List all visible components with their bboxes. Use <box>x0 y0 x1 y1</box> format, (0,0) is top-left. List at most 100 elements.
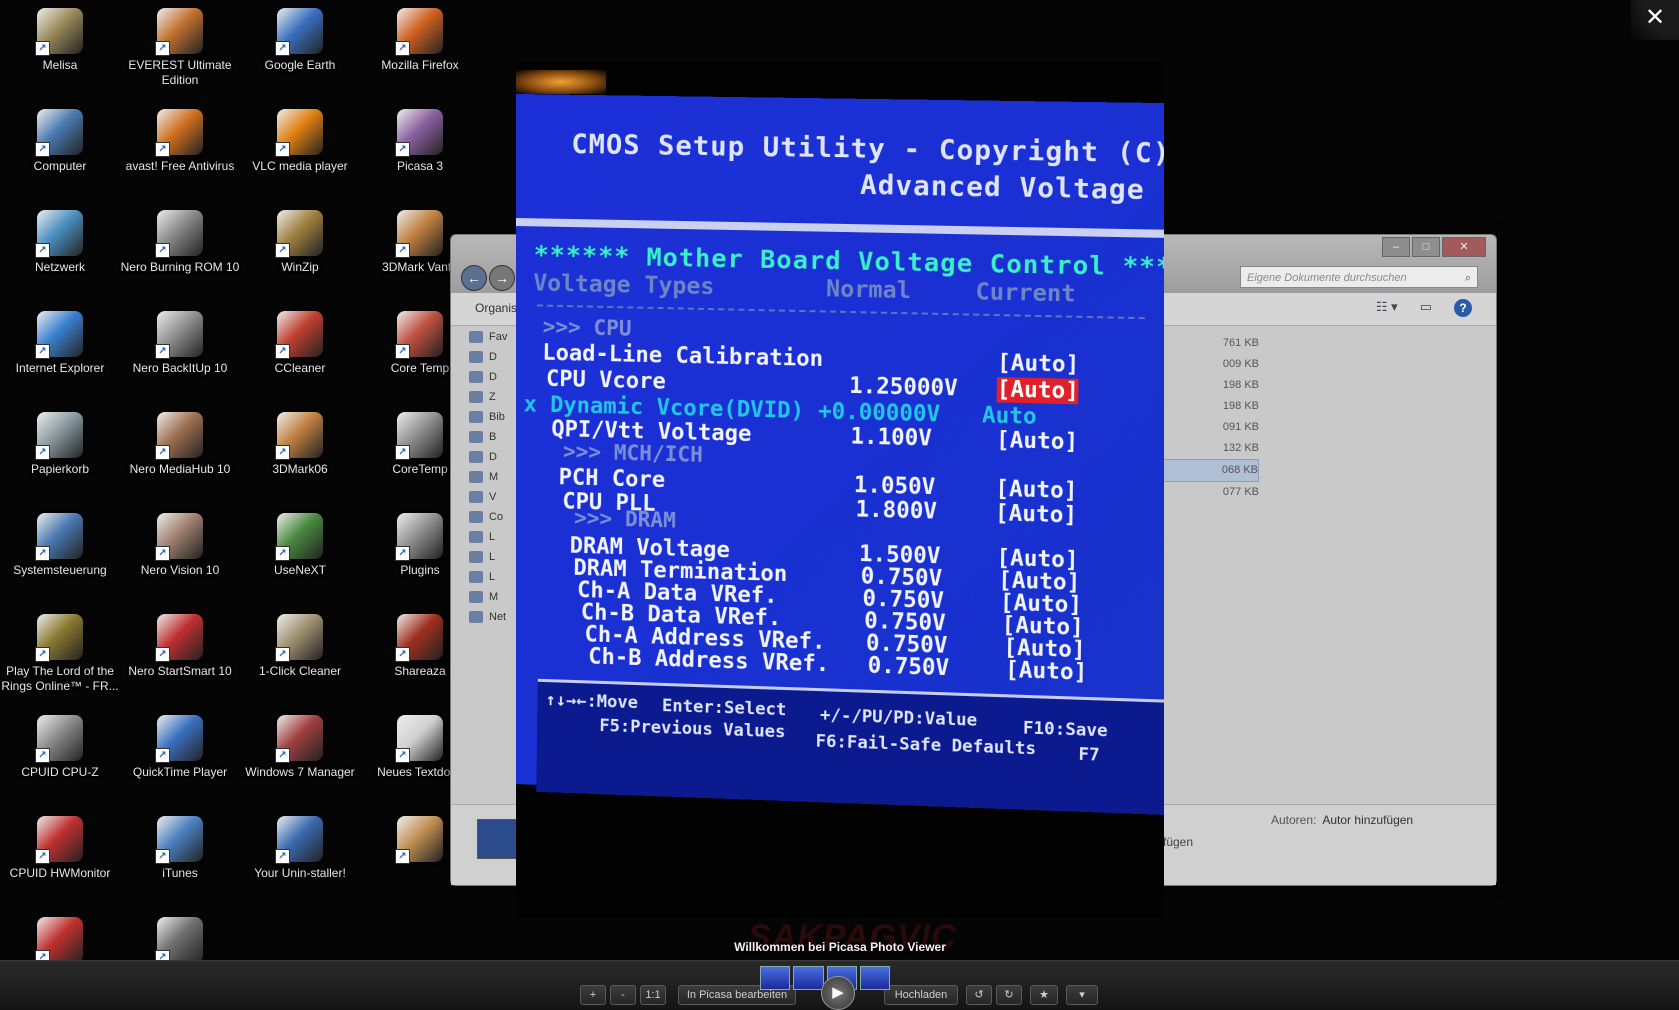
more-options-button[interactable]: ▾ <box>1066 985 1098 1005</box>
nav-pane-item[interactable]: Bib <box>461 407 521 427</box>
shortcut-arrow-icon: ↗ <box>35 344 50 359</box>
file-size-cell[interactable]: 077 KB <box>1163 482 1259 503</box>
file-size-cell[interactable]: 761 KB <box>1163 333 1259 354</box>
file-size-cell[interactable]: 009 KB <box>1163 354 1259 375</box>
current-value[interactable]: Auto <box>982 403 1037 430</box>
desktop-icon[interactable]: ↗Computer <box>0 109 120 174</box>
shortcut-arrow-icon: ↗ <box>395 142 410 157</box>
app-icon: ↗ <box>37 715 83 761</box>
desktop-icon[interactable]: ↗VLC media player <box>240 109 360 174</box>
nav-pane-item[interactable]: Z <box>461 387 521 407</box>
zoom-in-button[interactable]: + <box>580 985 606 1005</box>
file-size-cell[interactable]: 198 KB <box>1163 396 1259 417</box>
maximize-button[interactable]: □ <box>1412 237 1440 257</box>
rotate-left-button[interactable]: ↺ <box>966 985 992 1005</box>
nav-pane-item[interactable]: D <box>461 347 521 367</box>
nav-pane-item[interactable]: Net <box>461 607 521 627</box>
app-icon: ↗ <box>37 210 83 256</box>
desktop-icon[interactable]: ↗Play The Lord of the Rings Online™ - FR… <box>0 614 120 694</box>
authors-field[interactable]: Autoren:Autor hinzufügen <box>1271 813 1413 827</box>
actual-size-button[interactable]: 1:1 <box>640 985 666 1005</box>
thumbnail[interactable] <box>793 966 823 990</box>
play-slideshow-button[interactable]: ▶ <box>821 976 855 1010</box>
desktop-icon[interactable]: ↗EVEREST Ultimate Edition <box>120 8 240 88</box>
desktop-icon[interactable]: ↗Nero Vision 10 <box>120 513 240 578</box>
nav-pane-item[interactable]: Fav <box>461 327 521 347</box>
close-viewer-button[interactable]: ✕ <box>1631 0 1679 40</box>
back-icon[interactable]: ← <box>461 265 487 291</box>
desktop-icon[interactable]: ↗CPUID HWMonitor <box>0 816 120 881</box>
nav-pane-item[interactable]: B <box>461 427 521 447</box>
preview-pane-icon[interactable]: ▭ <box>1420 299 1432 317</box>
desktop-icon[interactable]: ↗Picasa 3 <box>360 109 480 174</box>
desktop-icon[interactable]: ↗Melisa <box>0 8 120 73</box>
desktop-icon[interactable]: ↗Internet Explorer <box>0 311 120 376</box>
star-button[interactable]: ★ <box>1030 985 1058 1005</box>
view-options-icon[interactable]: ☷ ▾ <box>1376 299 1398 317</box>
file-size-cell[interactable]: 091 KB <box>1163 417 1259 438</box>
nav-pane-item[interactable]: D <box>461 447 521 467</box>
current-value[interactable]: [Auto] <box>995 477 1077 505</box>
light-reflection <box>516 70 606 94</box>
forward-icon[interactable]: → <box>489 265 515 291</box>
col-normal: Normal <box>826 276 911 304</box>
desktop-icon[interactable]: ↗3DMark06 <box>240 412 360 477</box>
nav-pane-item[interactable]: M <box>461 467 521 487</box>
help-icon[interactable]: ? <box>1454 299 1472 317</box>
desktop-icon[interactable]: ↗avast! Free Antivirus <box>120 109 240 174</box>
close-window-button[interactable]: ✕ <box>1442 237 1486 257</box>
shortcut-arrow-icon: ↗ <box>35 142 50 157</box>
search-input[interactable]: Eigene Dokumente durchsuchen ⌕ <box>1240 266 1478 288</box>
desktop-icon[interactable]: ↗UseNeXT <box>240 513 360 578</box>
file-size-cell[interactable]: 132 KB <box>1163 438 1259 459</box>
current-value[interactable]: [Auto] <box>996 428 1078 455</box>
desktop-icon[interactable]: ↗1-Click Cleaner <box>240 614 360 679</box>
desktop-icon[interactable]: ↗CCleaner <box>240 311 360 376</box>
file-size-cell[interactable]: 198 KB <box>1163 375 1259 396</box>
nav-pane-item[interactable]: L <box>461 567 521 587</box>
shortcut-arrow-icon: ↗ <box>275 344 290 359</box>
zoom-out-button[interactable]: - <box>610 985 636 1005</box>
nav-pane-item[interactable]: D <box>461 367 521 387</box>
desktop-icon[interactable]: ↗Systemsteuerung <box>0 513 120 578</box>
current-value[interactable]: [Auto] <box>997 377 1079 404</box>
rotate-right-button[interactable]: ↻ <box>996 985 1022 1005</box>
desktop-icon[interactable]: ↗Nero Burning ROM 10 <box>120 210 240 275</box>
desktop-icon[interactable]: ↗Google Earth <box>240 8 360 73</box>
desktop-icon-label: Nero Vision 10 <box>120 563 240 578</box>
nav-pane-item[interactable]: Co <box>461 507 521 527</box>
desktop-icon[interactable]: ↗iTunes <box>120 816 240 881</box>
desktop-icon[interactable]: ↗Windows 7 Manager <box>240 715 360 780</box>
shortcut-arrow-icon: ↗ <box>35 748 50 763</box>
current-value[interactable]: [Auto] <box>1005 658 1088 686</box>
desktop-icon[interactable]: ↗QuickTime Player <box>120 715 240 780</box>
minimize-button[interactable]: – <box>1382 237 1410 257</box>
file-size-cell[interactable]: 068 KB <box>1163 459 1259 482</box>
thumbnail[interactable] <box>860 966 890 990</box>
desktop-icon[interactable]: ↗Netzwerk <box>0 210 120 275</box>
desktop-icon[interactable]: ↗CPUID CPU-Z <box>0 715 120 780</box>
shortcut-arrow-icon: ↗ <box>35 41 50 56</box>
desktop-icon[interactable]: ↗Nero BackItUp 10 <box>120 311 240 376</box>
upload-button[interactable]: Hochladen <box>884 985 958 1005</box>
authors-value[interactable]: Autor hinzufügen <box>1322 813 1413 827</box>
nav-pane-item[interactable]: M <box>461 587 521 607</box>
shortcut-arrow-icon: ↗ <box>35 243 50 258</box>
desktop-icon[interactable]: ↗Your Unin-staller! <box>240 816 360 881</box>
current-value[interactable]: [Auto] <box>997 351 1079 378</box>
nav-pane-item[interactable]: L <box>461 527 521 547</box>
desktop-icon[interactable]: ↗Nero StartSmart 10 <box>120 614 240 679</box>
desktop-icon[interactable]: ↗Nero MediaHub 10 <box>120 412 240 477</box>
organize-button[interactable]: Organis <box>475 301 517 315</box>
bios-header-subtitle: Advanced Voltage Se <box>860 170 1164 207</box>
desktop-icon[interactable]: ↗WinZip <box>240 210 360 275</box>
desktop-icon[interactable]: ↗Mozilla Firefox <box>360 8 480 73</box>
app-icon: ↗ <box>277 513 323 559</box>
nav-pane-item[interactable]: V <box>461 487 521 507</box>
desktop-icon[interactable]: ↗Papierkorb <box>0 412 120 477</box>
app-icon: ↗ <box>397 715 443 761</box>
thumbnail[interactable] <box>760 966 790 990</box>
shortcut-arrow-icon: ↗ <box>155 445 170 460</box>
current-value[interactable]: [Auto] <box>995 501 1077 529</box>
nav-pane-item[interactable]: L <box>461 547 521 567</box>
